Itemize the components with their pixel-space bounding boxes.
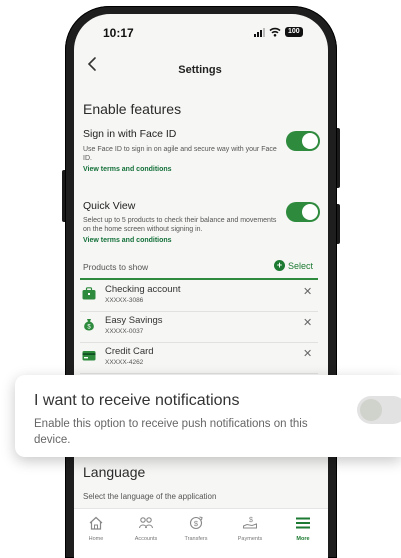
face-id-description: Use Face ID to sign in on agile and secu… (83, 146, 277, 162)
product-row[interactable]: Checking account XXXXX-3086 ✕ (80, 282, 318, 312)
signal-icon (254, 27, 265, 37)
svg-text:$: $ (194, 519, 199, 528)
close-icon[interactable]: ✕ (303, 285, 312, 298)
tab-accounts[interactable]: Accounts (123, 515, 169, 542)
wifi-icon (269, 27, 281, 37)
tab-payments[interactable]: $ Payments (227, 515, 273, 542)
section-title-enable-features: Enable features (83, 101, 182, 117)
payments-icon: $ (243, 517, 257, 529)
divider (80, 278, 318, 280)
home-icon (89, 516, 103, 530)
credit-card-icon (82, 351, 96, 361)
close-icon[interactable]: ✕ (303, 316, 312, 329)
tab-label: More (296, 536, 310, 542)
product-name: Credit Card (105, 346, 154, 357)
svg-text:$: $ (249, 517, 253, 524)
status-time: 10:17 (103, 26, 134, 40)
product-name: Checking account (105, 284, 181, 295)
tab-bar: Home Accounts $ Transfers $ Payments Mor… (74, 508, 328, 558)
money-bag-icon: $ (84, 319, 94, 331)
battery-icon: 100 (285, 27, 303, 37)
tab-label: Accounts (134, 536, 158, 542)
language-description: Select the language of the application (83, 492, 217, 501)
accounts-icon (138, 517, 154, 529)
section-title-language: Language (83, 464, 146, 480)
tab-label: Home (88, 536, 104, 542)
transfers-icon: $ (189, 516, 203, 530)
product-row[interactable]: Credit Card XXXXX-4262 ✕ (80, 344, 318, 374)
plus-icon: + (274, 260, 285, 271)
quick-view-terms-link[interactable]: View terms and conditions (83, 237, 172, 244)
product-number: XXXXX-0037 (105, 328, 144, 335)
tab-home[interactable]: Home (73, 515, 119, 542)
product-number: XXXXX-4262 (105, 359, 144, 366)
tab-transfers[interactable]: $ Transfers (173, 515, 219, 542)
select-label: Select (288, 260, 314, 271)
quick-view-toggle[interactable] (286, 202, 320, 222)
back-arrow-icon[interactable] (86, 56, 98, 72)
notifications-toggle[interactable] (357, 396, 401, 424)
quick-view-title: Quick View (83, 200, 136, 212)
notifications-description: Enable this option to receive push notif… (34, 418, 308, 446)
face-id-toggle[interactable] (286, 131, 320, 151)
quick-view-description: Select up to 5 products to check their b… (83, 217, 277, 233)
briefcase-icon (82, 287, 96, 300)
select-products-button[interactable]: + Select (274, 260, 313, 271)
product-number: XXXXX-3086 (105, 297, 144, 304)
status-icons: 100 (254, 27, 303, 37)
product-row[interactable]: $ Easy Savings XXXXX-0037 ✕ (80, 313, 318, 343)
face-id-title: Sign in with Face ID (83, 128, 177, 140)
products-to-show-label: Products to show (83, 262, 149, 272)
tab-label: Transfers (184, 536, 208, 542)
tab-more[interactable]: More (280, 515, 326, 542)
menu-icon (296, 517, 310, 529)
face-id-terms-link[interactable]: View terms and conditions (83, 166, 172, 173)
notifications-title: I want to receive notifications (34, 392, 240, 409)
close-icon[interactable]: ✕ (303, 347, 312, 360)
page-title: Settings (178, 64, 222, 76)
tab-label: Payments (237, 536, 263, 542)
notifications-card: I want to receive notifications Enable t… (15, 375, 401, 457)
product-name: Easy Savings (105, 315, 163, 326)
